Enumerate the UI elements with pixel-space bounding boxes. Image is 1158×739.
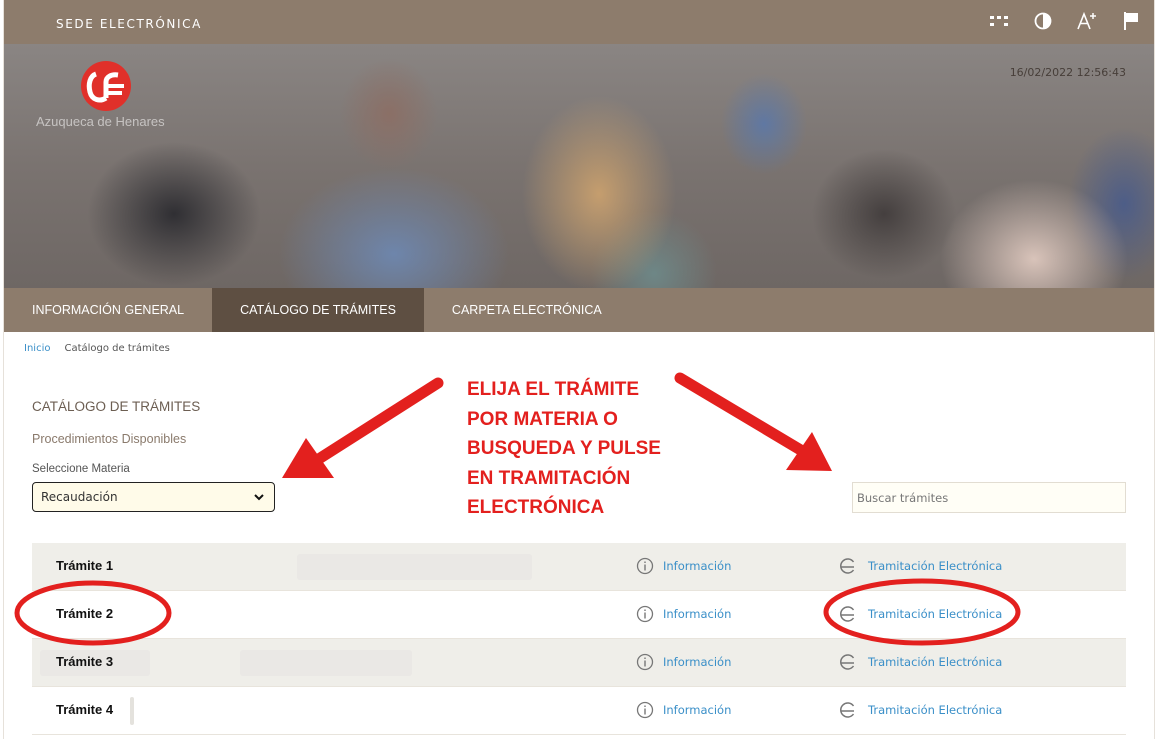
tramites-list: Trámite 1 Información Tramitación Electr… [32,543,1126,735]
tramitacion-link-label: Tramitación Electrónica [868,703,1003,717]
info-link[interactable]: Información [636,653,731,671]
main-nav: INFORMACIÓN GENERAL CATÁLOGO DE TRÁMITES… [4,288,1154,332]
page: SEDE ELECTRÓNICA Azuqueca de Henares 16/… [3,0,1155,739]
annotation-text: ELIJA EL TRÁMITE POR MATERIA O BUSQUEDA … [467,375,707,523]
top-bar: SEDE ELECTRÓNICA [4,0,1154,44]
grid-icon[interactable] [988,10,1010,32]
info-link[interactable]: Información [636,605,731,623]
info-icon [636,605,654,623]
e-tramitacion-icon [840,654,855,670]
accessibility-tools [988,10,1142,32]
site-label: SEDE ELECTRÓNICA [56,17,202,31]
arrow-left-annotation [282,377,444,478]
table-row: Trámite 1 Información Tramitación Electr… [32,543,1126,591]
tramitacion-electronica-link[interactable]: Tramitación Electrónica [838,605,1002,623]
page-subtitle: Procedimientos Disponibles [32,432,187,446]
tramitacion-electronica-link[interactable]: Tramitación Electrónica [838,653,1002,671]
text-size-icon[interactable] [1076,10,1098,32]
tramitacion-link-label: Tramitación Electrónica [868,607,1003,621]
nav-carpeta-electronica[interactable]: CARPETA ELECTRÓNICA [424,288,630,332]
annotation-line: EN TRAMITACIÓN [467,467,631,489]
datetime: 16/02/2022 12:56:43 [1009,66,1126,79]
select-label: Seleccione Materia [32,463,130,475]
logo-icon [81,61,131,111]
info-link-label: Información [663,607,732,621]
tramite-name: Trámite 1 [56,558,114,573]
tramitacion-link-label: Tramitación Electrónica [868,655,1003,669]
tramite-name: Trámite 3 [56,654,114,669]
table-row: Trámite 3 Información Tramitación Electr… [32,639,1126,687]
annotation-line: ELIJA EL TRÁMITE [467,379,640,400]
info-icon [636,701,654,719]
chevron-down-icon [254,494,264,501]
e-tramitacion-icon [840,702,855,718]
nav-catalogo-tramites[interactable]: CATÁLOGO DE TRÁMITES [212,288,424,332]
banner: Azuqueca de Henares 16/02/2022 12:56:43 [4,44,1154,288]
contrast-icon[interactable] [1032,10,1054,32]
breadcrumb: Inicio Catálogo de trámites [24,343,170,354]
info-link-label: Información [663,655,732,669]
materia-select-value: Recaudación [41,490,118,504]
tramite-name: Trámite 2 [56,606,114,621]
table-row: Trámite 2 Información Tramitación Electr… [32,591,1126,639]
annotation-line: ELECTRÓNICA [467,497,605,518]
info-link-label: Información [663,559,732,573]
e-tramitacion-icon [840,558,855,574]
search-input[interactable]: Buscar trámites [852,482,1126,513]
tramite-name: Trámite 4 [56,702,114,717]
info-link[interactable]: Información [636,701,731,719]
breadcrumb-current: Catálogo de trámites [64,343,170,354]
nav-informacion-general[interactable]: INFORMACIÓN GENERAL [4,288,212,332]
annotation-line: POR MATERIA O [467,408,618,430]
tramitacion-electronica-link[interactable]: Tramitación Electrónica [838,701,1002,719]
e-tramitacion-icon [840,606,855,622]
breadcrumb-home[interactable]: Inicio [24,343,50,354]
page-title: CATÁLOGO DE TRÁMITES [32,399,201,414]
info-icon [636,557,654,575]
info-link-label: Información [663,703,732,717]
search-placeholder: Buscar trámites [857,490,949,505]
annotation-line: BUSQUEDA Y PULSE [467,438,661,459]
materia-select[interactable]: Recaudación [32,482,275,512]
tramitacion-link-label: Tramitación Electrónica [868,559,1003,573]
table-row: Trámite 4 Información Tramitación Electr… [32,687,1126,735]
logo-text: Azuqueca de Henares [36,114,165,129]
info-icon [636,653,654,671]
flag-icon[interactable] [1120,10,1142,32]
tramitacion-electronica-link[interactable]: Tramitación Electrónica [838,557,1002,575]
info-link[interactable]: Información [636,557,731,575]
